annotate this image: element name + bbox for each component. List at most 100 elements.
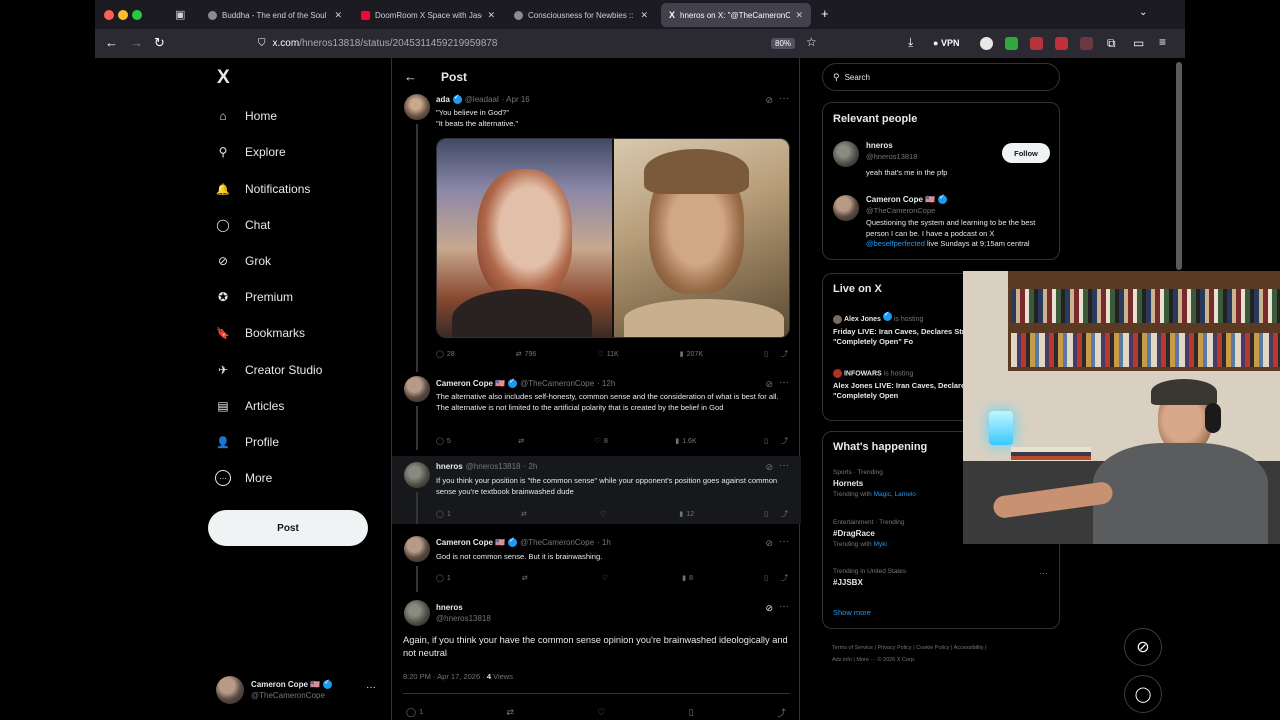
share-icon[interactable]: ⤴ bbox=[781, 573, 788, 583]
nav-explore[interactable]: ⚲ Explore bbox=[215, 138, 286, 166]
tweet[interactable]: Cameron Cope 🇺🇸 @TheCameronCope · 12h ⊘ … bbox=[392, 374, 801, 450]
scrollbar[interactable] bbox=[1176, 62, 1182, 270]
post-timestamp[interactable]: 8:20 PM · Apr 17, 2026 · bbox=[403, 672, 485, 681]
grok-icon[interactable]: ⊘ bbox=[765, 379, 773, 390]
messages-fab-button[interactable]: ◯ bbox=[1124, 675, 1162, 713]
nav-creator-studio[interactable]: ✈ Creator Studio bbox=[215, 356, 322, 384]
grok-icon[interactable]: ⊘ bbox=[765, 462, 773, 473]
bookmark-star-icon[interactable]: ☆ bbox=[806, 35, 817, 49]
extension-c-icon[interactable] bbox=[980, 37, 993, 50]
share-icon[interactable]: ⤴ bbox=[781, 436, 788, 446]
tab-hneros-active[interactable]: X hneros on X: "@TheCameronCo ✕ bbox=[661, 3, 811, 27]
nav-grok[interactable]: ⊘ Grok bbox=[215, 247, 271, 275]
search-input[interactable]: ⚲ Search bbox=[822, 63, 1060, 91]
more-options-icon[interactable]: ··· bbox=[779, 460, 789, 471]
repost-button[interactable]: ⇄ 796 bbox=[516, 349, 537, 359]
close-tab-icon[interactable]: ✕ bbox=[334, 10, 342, 21]
more-options-icon[interactable]: ··· bbox=[779, 93, 789, 104]
grok-fab-button[interactable]: ⊘ bbox=[1124, 628, 1162, 666]
person-cameron-cope[interactable]: Cameron Cope 🇺🇸 @TheCameronCope Question… bbox=[833, 193, 1051, 255]
nav-profile[interactable]: 👤 Profile bbox=[215, 428, 279, 456]
avatar[interactable] bbox=[404, 376, 430, 402]
forward-arrow-icon[interactable]: → bbox=[130, 36, 143, 50]
reply-button[interactable]: ◯ 1 bbox=[436, 573, 451, 583]
vpn-button[interactable]: ● VPN bbox=[933, 38, 959, 48]
trend-item[interactable]: Trending in United States #JJSBX bbox=[833, 568, 906, 587]
author-handle[interactable]: @TheCameronCope bbox=[520, 379, 594, 388]
person-name[interactable]: hneros bbox=[866, 141, 893, 150]
person-handle[interactable]: @hneros13818 bbox=[866, 152, 917, 161]
reply-button[interactable]: ◯ 1 bbox=[406, 706, 423, 719]
bookmark-button[interactable]: ▯ ⤴ bbox=[764, 436, 788, 446]
tweet-time[interactable]: · 2h bbox=[524, 462, 538, 471]
address-bar[interactable]: ⛉ x.com/hneros13818/status/2045311459219… bbox=[255, 32, 825, 54]
back-arrow-icon[interactable]: ← bbox=[404, 69, 417, 84]
trend-with-link[interactable]: Myki bbox=[874, 541, 887, 548]
extension-badge-icon[interactable] bbox=[1055, 37, 1068, 50]
minimize-window-button[interactable] bbox=[118, 10, 128, 20]
nav-articles[interactable]: ▤ Articles bbox=[215, 392, 284, 420]
grok-icon[interactable]: ⊘ bbox=[765, 538, 773, 549]
avatar[interactable] bbox=[404, 462, 430, 488]
trend-with-link[interactable]: Magic, Lamelo bbox=[874, 491, 916, 498]
repost-button[interactable]: ⇄ bbox=[522, 573, 531, 583]
account-more-icon[interactable]: ··· bbox=[366, 682, 376, 693]
x-logo-icon[interactable]: X bbox=[217, 67, 230, 89]
views-button[interactable]: ▮ 8 bbox=[682, 573, 693, 583]
trend-more-icon[interactable]: ··· bbox=[1039, 568, 1048, 578]
repost-button[interactable]: ⇄ bbox=[518, 436, 527, 446]
like-button[interactable]: ♡ bbox=[602, 573, 611, 583]
nav-bookmarks[interactable]: 🔖 Bookmarks bbox=[215, 319, 305, 347]
repost-button[interactable]: ⇄ bbox=[521, 509, 530, 519]
tweet-media[interactable] bbox=[436, 138, 790, 338]
author-name[interactable]: hneros bbox=[436, 462, 463, 471]
avatar[interactable] bbox=[404, 94, 430, 120]
like-button[interactable]: ♡ 11K bbox=[597, 349, 618, 359]
person-name[interactable]: Cameron Cope 🇺🇸 bbox=[866, 195, 935, 204]
views-button[interactable]: ▮ 1.6K bbox=[675, 436, 696, 446]
tab-consciousness[interactable]: Consciousness for Newbies :: D ✕ bbox=[506, 3, 656, 27]
extension-wallet-icon[interactable] bbox=[1005, 37, 1018, 50]
zoom-level-badge[interactable]: 80% bbox=[771, 38, 796, 49]
sidebar-toggle-icon[interactable]: ▭ bbox=[1133, 36, 1144, 50]
tweet-time[interactable]: · 1h bbox=[597, 538, 611, 547]
trend-item[interactable]: Sports · Trending Hornets Trending with … bbox=[833, 469, 916, 498]
follow-button[interactable]: Follow bbox=[1002, 143, 1050, 163]
extension-red-icon[interactable] bbox=[1030, 37, 1043, 50]
close-tab-icon[interactable]: ✕ bbox=[640, 10, 648, 21]
share-button[interactable]: ⤴ bbox=[777, 706, 786, 719]
author-name[interactable]: hneros bbox=[436, 603, 463, 612]
nav-chat[interactable]: ◯ Chat bbox=[215, 211, 270, 239]
views-button[interactable]: ▮ 12 bbox=[679, 509, 694, 519]
reply-button[interactable]: ◯ 28 bbox=[436, 349, 455, 359]
nav-home[interactable]: ⌂ Home bbox=[215, 102, 277, 130]
account-switcher[interactable]: Cameron Cope 🇺🇸 @TheCameronCope bbox=[216, 676, 333, 704]
tab-list-chevron-icon[interactable]: ⌄ bbox=[1139, 7, 1147, 18]
footer-links[interactable]: Ads info | More ··· © 2026 X Corp. bbox=[832, 657, 915, 663]
reply-button[interactable]: ◯ 1 bbox=[436, 509, 451, 519]
media-image-man[interactable] bbox=[613, 139, 789, 337]
tab-buddha[interactable]: Buddha - The end of the Soul a ✕ bbox=[200, 3, 350, 27]
bookmark-button[interactable]: ▯ ⤴ bbox=[764, 349, 788, 359]
tab-doomroom[interactable]: DoomRoom X Space with Jason ✕ bbox=[353, 3, 503, 27]
author-handle[interactable]: @leadaal bbox=[465, 95, 499, 104]
person-handle[interactable]: @TheCameronCope bbox=[866, 206, 935, 215]
views-button[interactable]: ▮ 207K bbox=[680, 349, 703, 359]
close-tab-icon[interactable]: ✕ bbox=[795, 10, 803, 21]
close-window-button[interactable] bbox=[104, 10, 114, 20]
tweet[interactable]: hneros @hneros13818 · 2h ⊘ ··· If you th… bbox=[392, 456, 801, 524]
author-name[interactable]: ada bbox=[436, 95, 450, 104]
show-more-link[interactable]: Show more bbox=[833, 608, 871, 617]
repost-button[interactable]: ⇄ bbox=[506, 706, 514, 719]
extensions-puzzle-icon[interactable]: ⧉ bbox=[1107, 36, 1116, 51]
tweet-time[interactable]: · Apr 16 bbox=[502, 95, 530, 104]
more-options-icon[interactable]: ··· bbox=[779, 601, 789, 612]
tweet[interactable]: ada @leadaal · Apr 16 ⊘ ··· "You believe… bbox=[392, 92, 801, 372]
nav-more[interactable]: ⋯ More bbox=[215, 464, 272, 492]
nav-premium[interactable]: ✪ Premium bbox=[215, 283, 293, 311]
avatar[interactable] bbox=[833, 141, 859, 167]
author-name[interactable]: Cameron Cope 🇺🇸 bbox=[436, 379, 505, 388]
post-button[interactable]: Post bbox=[208, 510, 368, 546]
author-handle[interactable]: @TheCameronCope bbox=[520, 538, 594, 547]
back-arrow-icon[interactable]: ← bbox=[105, 36, 118, 50]
